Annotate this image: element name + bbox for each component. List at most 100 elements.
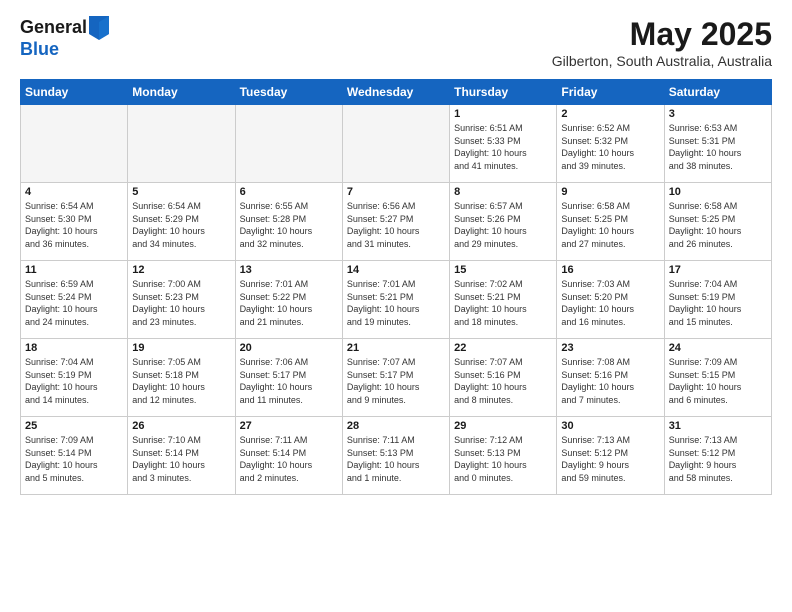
day-number: 22 xyxy=(454,342,552,354)
weekday-header-tuesday: Tuesday xyxy=(235,80,342,105)
calendar-day-26: 26Sunrise: 7:10 AM Sunset: 5:14 PM Dayli… xyxy=(128,417,235,495)
calendar-week-2: 4Sunrise: 6:54 AM Sunset: 5:30 PM Daylig… xyxy=(21,183,772,261)
calendar-day-10: 10Sunrise: 6:58 AM Sunset: 5:25 PM Dayli… xyxy=(664,183,771,261)
day-info: Sunrise: 7:11 AM Sunset: 5:13 PM Dayligh… xyxy=(347,434,445,484)
day-info: Sunrise: 6:51 AM Sunset: 5:33 PM Dayligh… xyxy=(454,122,552,172)
day-number: 27 xyxy=(240,420,338,432)
day-number: 17 xyxy=(669,264,767,276)
calendar-day-5: 5Sunrise: 6:54 AM Sunset: 5:29 PM Daylig… xyxy=(128,183,235,261)
day-info: Sunrise: 7:04 AM Sunset: 5:19 PM Dayligh… xyxy=(669,278,767,328)
calendar-day-12: 12 Sunrise: 7:00 AM Sunset: 5:23 PM Dayli… xyxy=(128,261,235,339)
calendar-day-1: 1 Sunrise: 6:51 AM Sunset: 5:33 PM Daylig… xyxy=(450,105,557,183)
calendar-week-5: 25Sunrise: 7:09 AM Sunset: 5:14 PM Dayli… xyxy=(21,417,772,495)
day-number: 20 xyxy=(240,342,338,354)
day-number: 31 xyxy=(669,420,767,432)
calendar-day-22: 22 Sunrise: 7:07 AM Sunset: 5:16 PM Dayli… xyxy=(450,339,557,417)
day-info: Sunrise: 7:13 AM Sunset: 5:12 PM Dayligh… xyxy=(561,434,659,484)
calendar-day-29: 29 Sunrise: 7:12 AM Sunset: 5:13 PM Dayli… xyxy=(450,417,557,495)
day-info: Sunrise: 6:56 AM Sunset: 5:27 PM Dayligh… xyxy=(347,200,445,250)
calendar-day-empty-0-2 xyxy=(235,105,342,183)
day-number: 21 xyxy=(347,342,445,354)
calendar-day-31: 31 Sunrise: 7:13 AM Sunset: 5:12 PM Dayli… xyxy=(664,417,771,495)
day-info: Sunrise: 6:53 AM Sunset: 5:31 PM Dayligh… xyxy=(669,122,767,172)
weekday-header-friday: Friday xyxy=(557,80,664,105)
calendar-day-18: 18Sunrise: 7:04 AM Sunset: 5:19 PM Dayli… xyxy=(21,339,128,417)
weekday-header-thursday: Thursday xyxy=(450,80,557,105)
logo-icon xyxy=(89,16,109,40)
day-info: Sunrise: 7:00 AM Sunset: 5:23 PM Dayligh… xyxy=(132,278,230,328)
day-number: 29 xyxy=(454,420,552,432)
day-info: Sunrise: 6:58 AM Sunset: 5:25 PM Dayligh… xyxy=(561,200,659,250)
day-info: Sunrise: 7:08 AM Sunset: 5:16 PM Dayligh… xyxy=(561,356,659,406)
calendar-week-4: 18Sunrise: 7:04 AM Sunset: 5:19 PM Dayli… xyxy=(21,339,772,417)
calendar-day-24: 24Sunrise: 7:09 AM Sunset: 5:15 PM Dayli… xyxy=(664,339,771,417)
calendar-day-28: 28 Sunrise: 7:11 AM Sunset: 5:13 PM Dayli… xyxy=(342,417,449,495)
calendar-day-8: 8 Sunrise: 6:57 AM Sunset: 5:26 PM Daylig… xyxy=(450,183,557,261)
calendar-day-30: 30 Sunrise: 7:13 AM Sunset: 5:12 PM Dayli… xyxy=(557,417,664,495)
month-title: May 2025 xyxy=(552,16,772,53)
calendar-day-6: 6Sunrise: 6:55 AM Sunset: 5:28 PM Daylig… xyxy=(235,183,342,261)
calendar-day-7: 7 Sunrise: 6:56 AM Sunset: 5:27 PM Daylig… xyxy=(342,183,449,261)
location: Gilberton, South Australia, Australia xyxy=(552,53,772,69)
day-number: 1 xyxy=(454,108,552,120)
calendar-day-19: 19 Sunrise: 7:05 AM Sunset: 5:18 PM Dayli… xyxy=(128,339,235,417)
calendar-day-13: 13 Sunrise: 7:01 AM Sunset: 5:22 PM Dayli… xyxy=(235,261,342,339)
weekday-header-sunday: Sunday xyxy=(21,80,128,105)
day-info: Sunrise: 7:07 AM Sunset: 5:17 PM Dayligh… xyxy=(347,356,445,406)
day-number: 18 xyxy=(25,342,123,354)
day-number: 7 xyxy=(347,186,445,198)
calendar-day-3: 3 Sunrise: 6:53 AM Sunset: 5:31 PM Daylig… xyxy=(664,105,771,183)
day-number: 13 xyxy=(240,264,338,276)
day-info: Sunrise: 7:07 AM Sunset: 5:16 PM Dayligh… xyxy=(454,356,552,406)
day-number: 10 xyxy=(669,186,767,198)
calendar-day-2: 2 Sunrise: 6:52 AM Sunset: 5:32 PM Daylig… xyxy=(557,105,664,183)
day-info: Sunrise: 7:11 AM Sunset: 5:14 PM Dayligh… xyxy=(240,434,338,484)
day-number: 5 xyxy=(132,186,230,198)
day-info: Sunrise: 7:02 AM Sunset: 5:21 PM Dayligh… xyxy=(454,278,552,328)
day-info: Sunrise: 7:09 AM Sunset: 5:15 PM Dayligh… xyxy=(669,356,767,406)
day-info: Sunrise: 7:01 AM Sunset: 5:22 PM Dayligh… xyxy=(240,278,338,328)
day-info: Sunrise: 7:01 AM Sunset: 5:21 PM Dayligh… xyxy=(347,278,445,328)
calendar-day-11: 11 Sunrise: 6:59 AM Sunset: 5:24 PM Dayli… xyxy=(21,261,128,339)
day-number: 2 xyxy=(561,108,659,120)
day-number: 28 xyxy=(347,420,445,432)
day-info: Sunrise: 6:59 AM Sunset: 5:24 PM Dayligh… xyxy=(25,278,123,328)
calendar-day-23: 23 Sunrise: 7:08 AM Sunset: 5:16 PM Dayli… xyxy=(557,339,664,417)
day-info: Sunrise: 7:13 AM Sunset: 5:12 PM Dayligh… xyxy=(669,434,767,484)
calendar-week-3: 11 Sunrise: 6:59 AM Sunset: 5:24 PM Dayli… xyxy=(21,261,772,339)
calendar-day-empty-0-3 xyxy=(342,105,449,183)
logo-blue-text: Blue xyxy=(20,40,109,60)
calendar-day-16: 16Sunrise: 7:03 AM Sunset: 5:20 PM Dayli… xyxy=(557,261,664,339)
weekday-header-monday: Monday xyxy=(128,80,235,105)
day-number: 6 xyxy=(240,186,338,198)
day-info: Sunrise: 6:52 AM Sunset: 5:32 PM Dayligh… xyxy=(561,122,659,172)
calendar-week-1: 1 Sunrise: 6:51 AM Sunset: 5:33 PM Daylig… xyxy=(21,105,772,183)
calendar-day-4: 4Sunrise: 6:54 AM Sunset: 5:30 PM Daylig… xyxy=(21,183,128,261)
day-info: Sunrise: 7:05 AM Sunset: 5:18 PM Dayligh… xyxy=(132,356,230,406)
weekday-header-saturday: Saturday xyxy=(664,80,771,105)
day-info: Sunrise: 7:06 AM Sunset: 5:17 PM Dayligh… xyxy=(240,356,338,406)
logo-text: General Blue xyxy=(20,16,109,60)
title-section: May 2025 Gilberton, South Australia, Aus… xyxy=(552,16,772,69)
day-number: 4 xyxy=(25,186,123,198)
header: General Blue May 2025 Gilberton, South A… xyxy=(20,16,772,69)
day-number: 3 xyxy=(669,108,767,120)
day-number: 11 xyxy=(25,264,123,276)
calendar-day-14: 14Sunrise: 7:01 AM Sunset: 5:21 PM Dayli… xyxy=(342,261,449,339)
day-number: 30 xyxy=(561,420,659,432)
calendar-day-empty-0-0 xyxy=(21,105,128,183)
day-number: 8 xyxy=(454,186,552,198)
calendar-day-20: 20 Sunrise: 7:06 AM Sunset: 5:17 PM Dayli… xyxy=(235,339,342,417)
day-number: 23 xyxy=(561,342,659,354)
calendar-table: SundayMondayTuesdayWednesdayThursdayFrid… xyxy=(20,79,772,495)
calendar-day-empty-0-1 xyxy=(128,105,235,183)
day-number: 9 xyxy=(561,186,659,198)
day-number: 16 xyxy=(561,264,659,276)
day-number: 12 xyxy=(132,264,230,276)
day-number: 19 xyxy=(132,342,230,354)
calendar-day-27: 27 Sunrise: 7:11 AM Sunset: 5:14 PM Dayli… xyxy=(235,417,342,495)
logo-general-text: General xyxy=(20,18,87,38)
day-info: Sunrise: 6:57 AM Sunset: 5:26 PM Dayligh… xyxy=(454,200,552,250)
day-info: Sunrise: 7:12 AM Sunset: 5:13 PM Dayligh… xyxy=(454,434,552,484)
calendar-day-15: 15Sunrise: 7:02 AM Sunset: 5:21 PM Dayli… xyxy=(450,261,557,339)
